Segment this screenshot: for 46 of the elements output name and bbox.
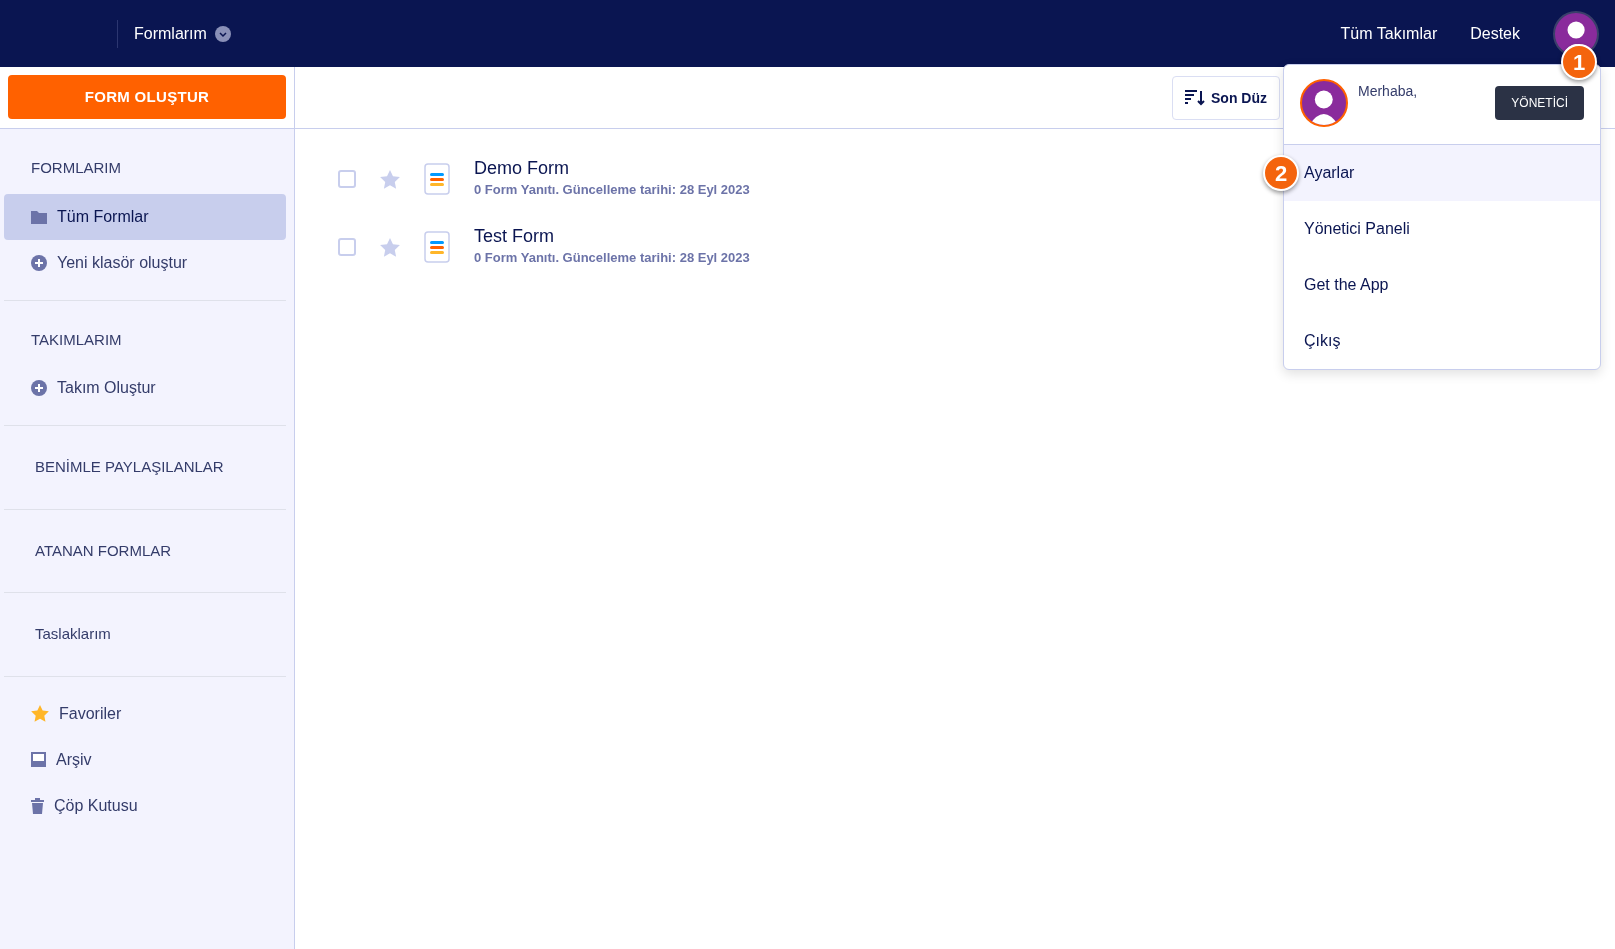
section-link[interactable]: ATANAN FORMLAR <box>4 523 286 578</box>
item-label: Takım Oluştur <box>57 378 156 398</box>
checkbox[interactable] <box>338 170 356 188</box>
step-callout: 2 <box>1263 155 1299 191</box>
sidebar-item[interactable]: Arşiv <box>4 736 286 783</box>
forms-menu[interactable]: Formlarım <box>134 21 231 46</box>
item-label: Arşiv <box>56 749 92 770</box>
folder-icon <box>31 209 47 224</box>
chevron-icon <box>214 25 231 42</box>
form-meta: 0 Form Yanıtı. Güncelleme tarihi: 28 Eyl 2023 <box>474 249 750 268</box>
inbox-icon <box>31 752 46 767</box>
drafts-link[interactable]: Taslaklarım <box>4 607 286 662</box>
menu-item[interactable]: Çıkış <box>1284 313 1600 369</box>
menu-item[interactable]: Yönetici Paneli <box>1284 201 1600 257</box>
form-title[interactable]: Demo Form <box>474 158 750 181</box>
item-label: Çöp Kutusu <box>54 795 138 816</box>
star-icon <box>31 705 49 722</box>
role-tag: YÖNETİCİ <box>1495 86 1584 120</box>
form-meta: 0 Form Yanıtı. Güncelleme tarihi: 28 Eyl 2023 <box>474 181 750 200</box>
checkbox[interactable] <box>338 238 356 256</box>
trash-icon <box>31 797 44 814</box>
greeting-text: Merhaba, <box>1358 82 1418 101</box>
star-icon[interactable] <box>380 169 400 189</box>
sidebar-item[interactable]: Tüm Formlar <box>4 193 286 240</box>
menu-item[interactable]: Get the App <box>1284 257 1600 313</box>
plus-icon <box>31 254 47 271</box>
section-link[interactable]: BENİMLE PAYLAŞILANLAR <box>4 440 286 495</box>
avatar-icon[interactable] <box>1300 79 1348 127</box>
plus-icon <box>31 380 47 396</box>
form-icon <box>424 163 450 195</box>
section-heading: FORMLARIM <box>30 158 122 178</box>
star-icon[interactable] <box>380 237 400 257</box>
sidebar-item[interactable]: Yeni klasör oluştur <box>4 239 286 286</box>
sidebar-item[interactable]: Takım Oluştur <box>4 365 286 411</box>
form-title[interactable]: Test Form <box>474 226 750 249</box>
nav-link[interactable]: Destek <box>1470 21 1520 46</box>
item-label: Favoriler <box>59 703 122 724</box>
section-heading: TAKIMLARIM <box>30 329 123 350</box>
form-icon <box>424 231 450 263</box>
sidebar-item[interactable]: Favoriler <box>4 690 286 737</box>
sort-button[interactable]: Son Düz <box>1172 76 1280 120</box>
sidebar-item[interactable]: Çöp Kutusu <box>4 782 286 829</box>
item-label: Yeni klasör oluştur <box>57 252 188 273</box>
item-label: Tüm Formlar <box>57 206 149 227</box>
nav-link[interactable]: Tüm Takımlar <box>1340 21 1438 46</box>
sort-icon <box>1185 90 1205 106</box>
